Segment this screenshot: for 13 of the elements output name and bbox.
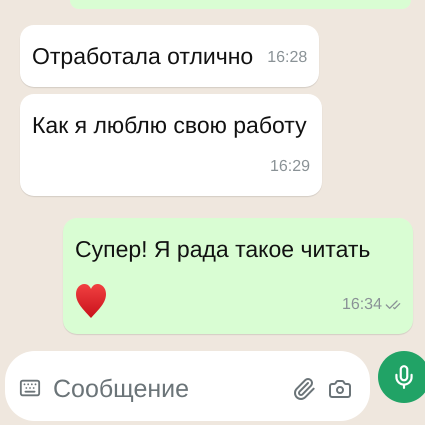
camera-icon[interactable] [328,377,352,401]
message-text: Отработала отлично [32,42,254,71]
keyboard-icon[interactable] [19,377,41,399]
paperclip-icon[interactable] [292,377,316,401]
heart-icon [75,283,107,319]
message-text: Супер! Я рада такое читать [75,235,370,264]
message-field[interactable]: Сообщение [53,371,280,408]
message-text: Как я люблю свою работу [32,111,307,140]
message-time: 16:34 [342,295,382,315]
microphone-button[interactable] [378,351,425,403]
message-input[interactable]: Сообщение [5,351,370,421]
message-time: 16:29 [270,157,310,177]
message-time: 16:28 [267,48,308,68]
